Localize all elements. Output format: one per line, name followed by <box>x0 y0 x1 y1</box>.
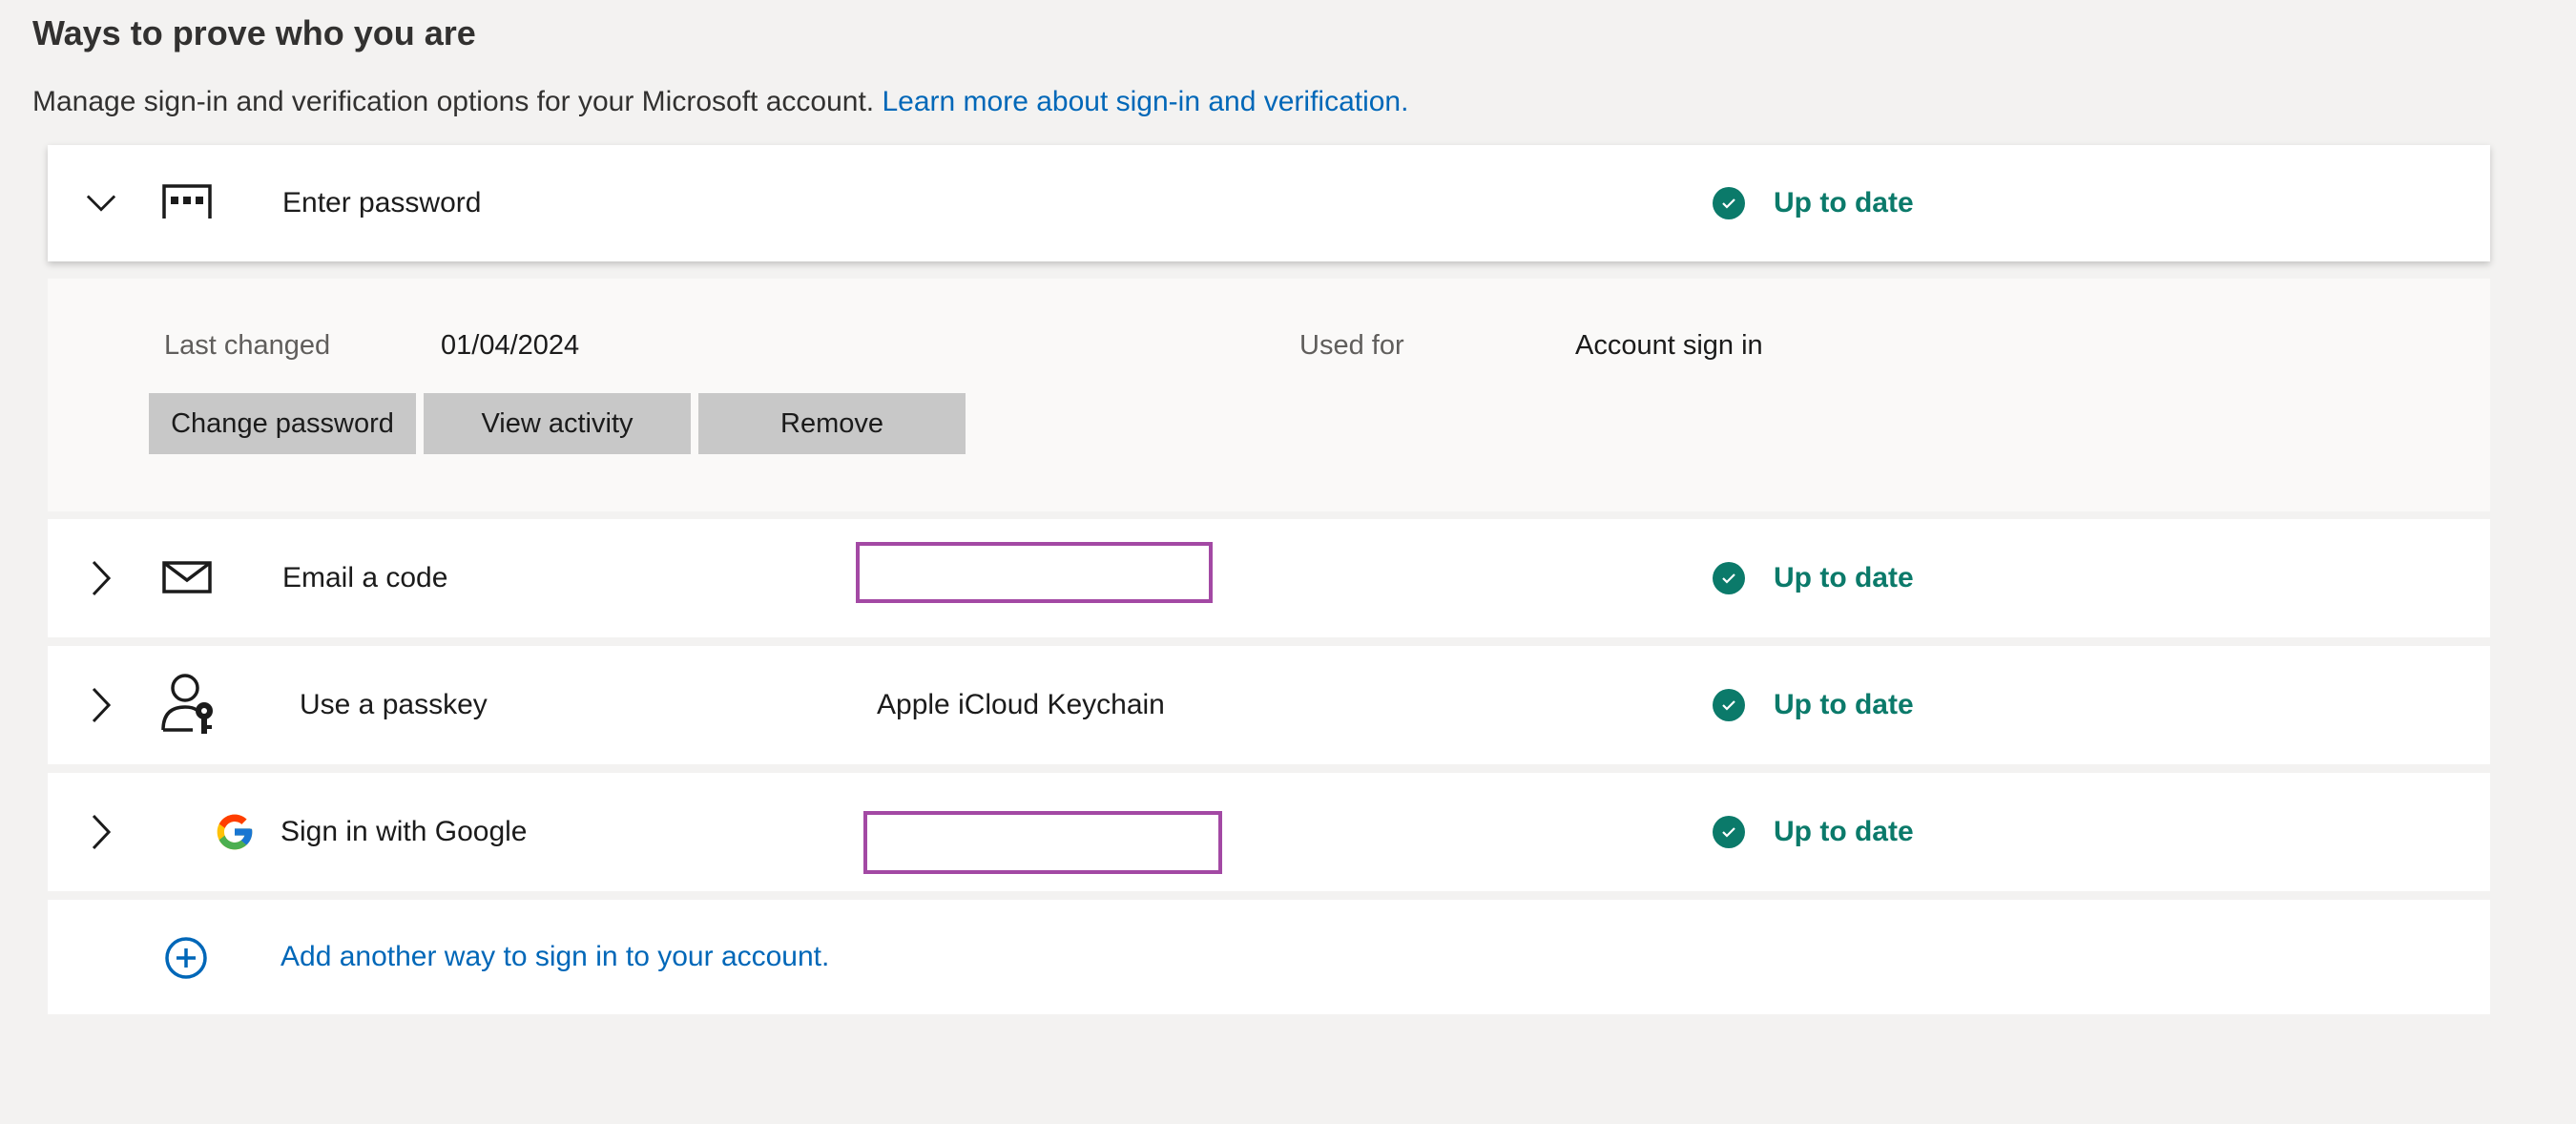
status-text: Up to date <box>1774 562 1914 593</box>
add-method-link[interactable]: Add another way to sign in to your accou… <box>280 941 829 973</box>
status-text: Up to date <box>1774 689 1914 720</box>
method-row-password[interactable]: Enter password Up to date <box>48 145 2490 261</box>
check-circle-icon <box>1713 187 1745 219</box>
chevron-right-icon[interactable] <box>86 814 116 850</box>
last-changed-value: 01/04/2024 <box>441 330 580 361</box>
learn-more-link[interactable]: Learn more about sign-in and verificatio… <box>882 86 1408 117</box>
password-details-panel: Last changed 01/04/2024 Used for Account… <box>48 279 2490 511</box>
status-badge-passkey: Up to date <box>1713 689 1914 721</box>
method-label-passkey: Use a passkey <box>300 689 488 720</box>
remove-button[interactable]: Remove <box>698 393 966 454</box>
envelope-icon <box>162 561 212 593</box>
method-row-email[interactable]: Email a code Up to date <box>48 519 2490 637</box>
check-circle-icon <box>1713 689 1745 721</box>
page-description: Manage sign-in and verification options … <box>32 86 1408 118</box>
chevron-right-icon[interactable] <box>86 687 116 723</box>
chevron-right-icon[interactable] <box>86 560 116 596</box>
method-label-google: Sign in with Google <box>280 816 528 847</box>
status-badge-password: Up to date <box>1713 187 1914 219</box>
method-label-password: Enter password <box>282 187 482 219</box>
check-circle-icon <box>1713 562 1745 594</box>
add-method-row[interactable]: Add another way to sign in to your accou… <box>48 900 2490 1014</box>
page-title: Ways to prove who you are <box>32 13 476 52</box>
check-circle-icon <box>1713 816 1745 848</box>
google-g-icon <box>214 811 256 853</box>
last-changed-label: Last changed <box>164 330 331 361</box>
status-badge-email: Up to date <box>1713 562 1914 594</box>
password-dots-icon <box>162 184 212 220</box>
status-text: Up to date <box>1774 816 1914 847</box>
google-value-redacted <box>863 811 1222 874</box>
used-for-value: Account sign in <box>1575 330 1763 361</box>
chevron-down-icon[interactable] <box>86 188 116 219</box>
person-key-icon <box>160 673 218 736</box>
status-badge-google: Up to date <box>1713 816 1914 848</box>
plus-circle-icon[interactable] <box>164 936 208 980</box>
method-row-google[interactable]: Sign in with Google Up to date <box>48 773 2490 891</box>
method-row-passkey[interactable]: Use a passkey Apple iCloud Keychain Up t… <box>48 646 2490 764</box>
used-for-label: Used for <box>1299 330 1404 361</box>
description-text: Manage sign-in and verification options … <box>32 86 875 117</box>
view-activity-button[interactable]: View activity <box>424 393 691 454</box>
change-password-button[interactable]: Change password <box>149 393 416 454</box>
method-label-email: Email a code <box>282 562 448 593</box>
passkey-value: Apple iCloud Keychain <box>877 689 1165 720</box>
status-text: Up to date <box>1774 187 1914 219</box>
email-value-redacted <box>856 542 1213 603</box>
